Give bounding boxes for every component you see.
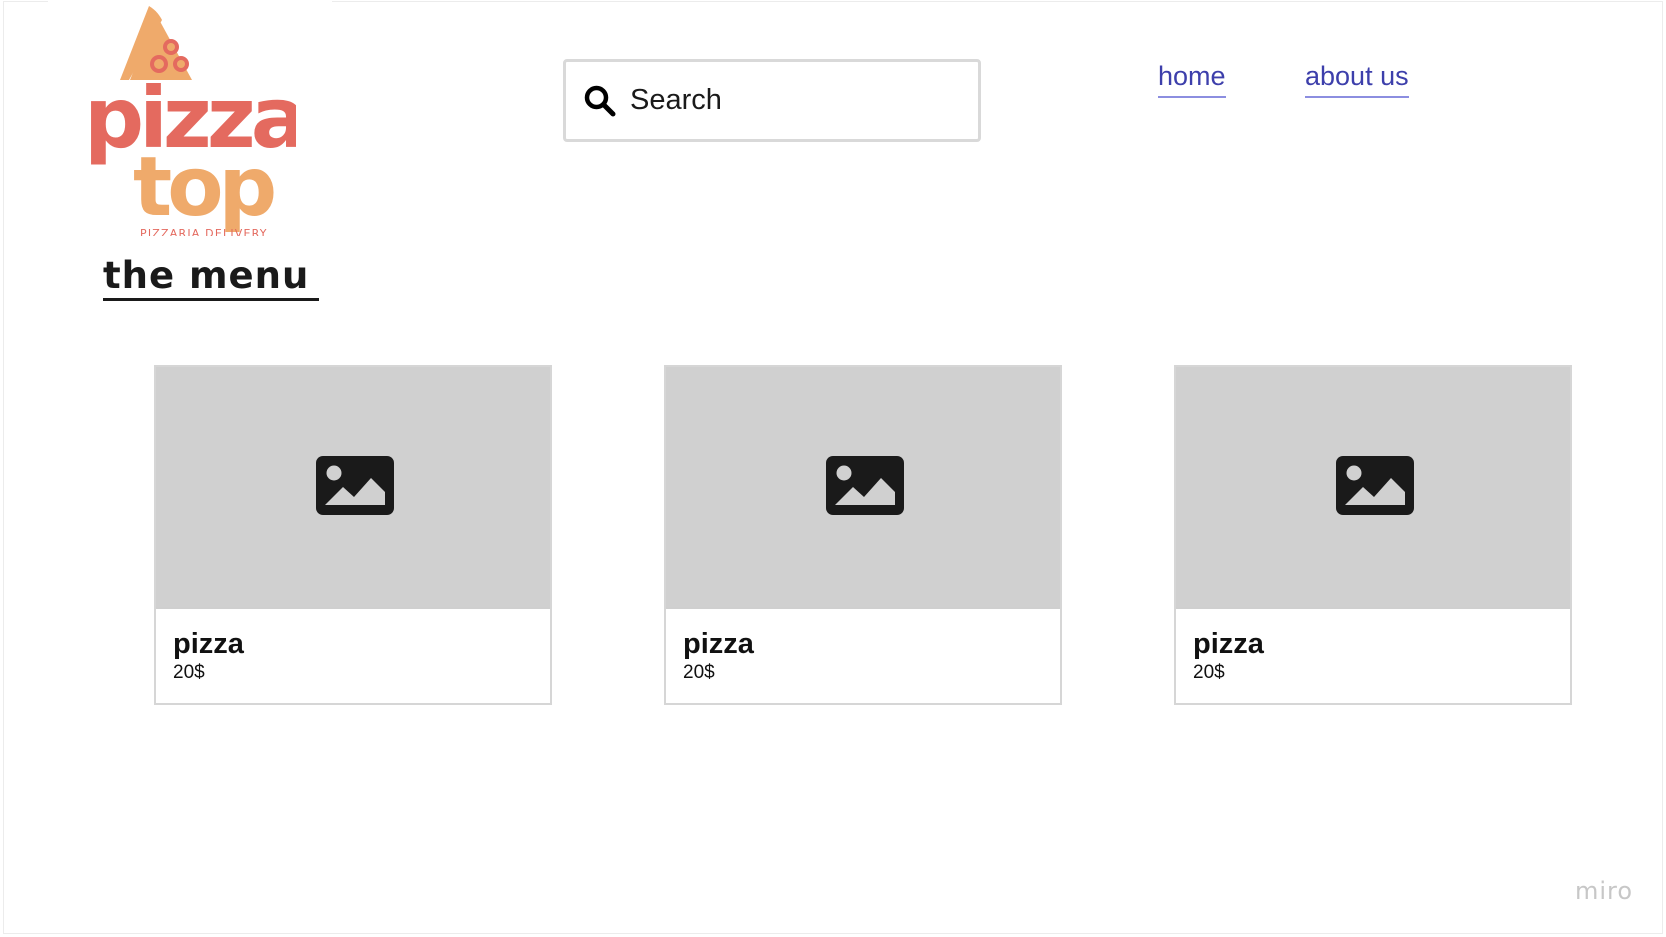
menu-title: the menu <box>103 256 320 301</box>
menu-card-image <box>156 367 550 609</box>
menu-card-price: 20$ <box>1193 662 1225 683</box>
image-placeholder-icon <box>826 456 904 515</box>
menu-card-price: 20$ <box>683 662 715 683</box>
search-bar[interactable] <box>563 59 981 142</box>
miro-watermark: miro <box>1575 877 1634 905</box>
menu-card-name: pizza <box>173 628 244 660</box>
logo-word-top: top <box>133 140 275 235</box>
image-placeholder-icon <box>1336 456 1414 515</box>
menu-card[interactable]: pizza 20$ <box>154 365 552 705</box>
pizza-slice-logo-icon: pizza top PIZZARIA DELIVERY <box>84 6 296 236</box>
image-placeholder-icon <box>316 456 394 515</box>
logo-tagline: PIZZARIA DELIVERY <box>140 227 268 236</box>
menu-card-price: 20$ <box>173 662 205 683</box>
menu-card[interactable]: pizza 20$ <box>664 365 1062 705</box>
menu-card-image <box>666 367 1060 609</box>
menu-card-name: pizza <box>1193 628 1264 660</box>
menu-card-image <box>1176 367 1570 609</box>
brand-logo[interactable]: pizza top PIZZARIA DELIVERY <box>84 4 296 236</box>
search-input[interactable] <box>630 84 950 117</box>
top-band <box>48 0 332 2</box>
nav-link-home[interactable]: home <box>1158 60 1226 98</box>
menu-card-name: pizza <box>683 628 754 660</box>
nav-link-about-us[interactable]: about us <box>1305 60 1409 98</box>
menu-card[interactable]: pizza 20$ <box>1174 365 1572 705</box>
search-icon[interactable] <box>583 84 617 118</box>
